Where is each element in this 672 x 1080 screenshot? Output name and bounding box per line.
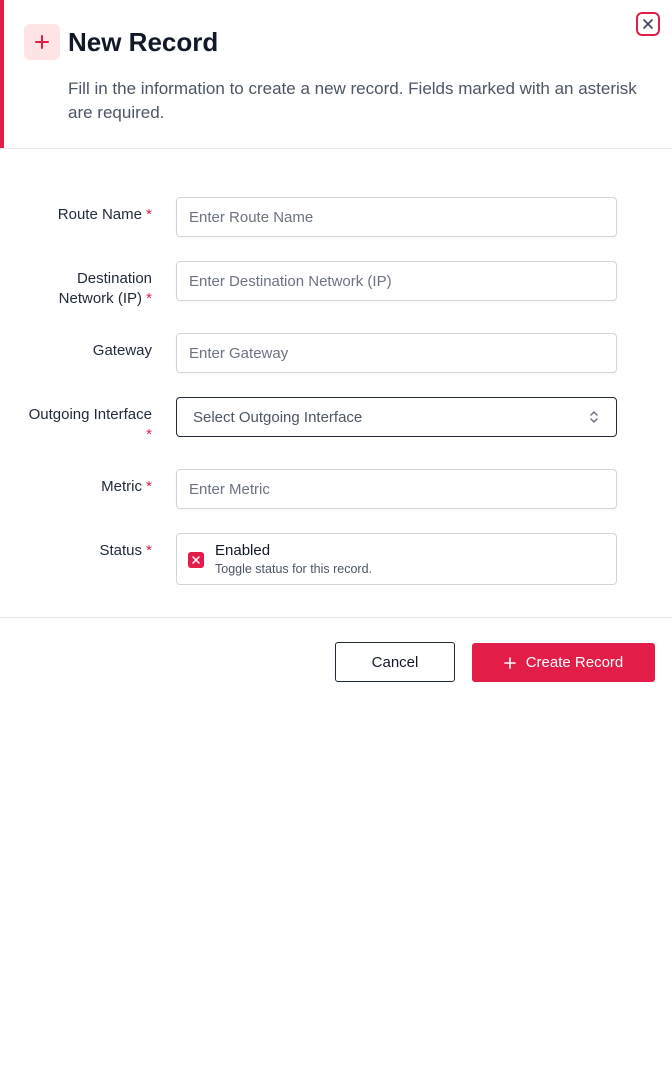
required-marker: * xyxy=(146,206,152,223)
new-record-dialog: New Record Fill in the information to cr… xyxy=(0,0,672,700)
dialog-subtitle: Fill in the information to create a new … xyxy=(68,79,637,122)
status-label: Status * xyxy=(99,542,152,559)
plus-icon xyxy=(503,656,516,669)
status-description: Toggle status for this record. xyxy=(215,562,373,576)
cancel-button[interactable]: Cancel xyxy=(335,642,455,682)
dialog-header: New Record Fill in the information to cr… xyxy=(0,0,672,149)
close-button[interactable] xyxy=(636,12,660,36)
gateway-input[interactable] xyxy=(176,333,617,373)
status-toggle-field[interactable]: Enabled Toggle status for this record. xyxy=(176,533,617,585)
plus-icon xyxy=(24,24,60,60)
create-record-label: Create Record xyxy=(525,654,624,671)
x-icon xyxy=(192,556,200,564)
gateway-label: Gateway xyxy=(92,342,152,359)
destination-network-input[interactable] xyxy=(176,261,617,301)
destination-network-label: Destination Network (IP) * xyxy=(58,270,152,307)
metric-label: Metric * xyxy=(101,478,152,495)
dialog-title: New Record xyxy=(68,27,219,57)
outgoing-interface-select[interactable]: Select Outgoing Interface xyxy=(176,397,617,437)
status-toggle[interactable] xyxy=(188,552,204,568)
route-name-input[interactable] xyxy=(176,197,617,237)
required-marker: * xyxy=(146,290,152,307)
required-marker: * xyxy=(146,478,152,495)
metric-input[interactable] xyxy=(176,469,617,509)
outgoing-interface-value: Select Outgoing Interface xyxy=(193,408,363,426)
route-name-label: Route Name * xyxy=(57,206,152,223)
close-icon xyxy=(643,19,653,29)
accent-bar xyxy=(0,0,4,148)
create-record-button[interactable]: Create Record xyxy=(472,643,655,682)
dialog-footer: Cancel Create Record xyxy=(0,617,672,700)
chevron-up-down-icon xyxy=(590,411,598,423)
required-marker: * xyxy=(146,426,152,443)
status-title: Enabled xyxy=(215,542,271,559)
outgoing-interface-label: Outgoing Interface * xyxy=(28,406,152,443)
required-marker: * xyxy=(146,542,152,559)
